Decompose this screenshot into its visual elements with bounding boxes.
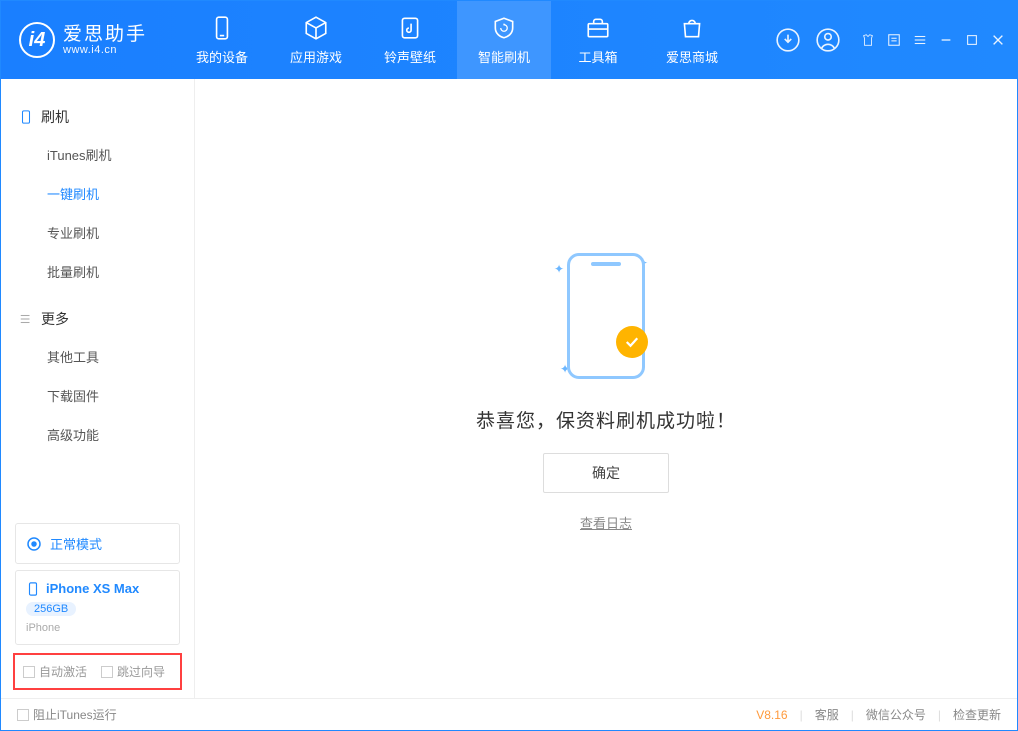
app-name: 爱思助手 [63, 25, 147, 44]
checkbox-block-itunes[interactable]: 阻止iTunes运行 [17, 706, 117, 723]
sidebar-item-itunes-flash[interactable]: iTunes刷机 [1, 135, 194, 174]
sidebar-item-advanced[interactable]: 高级功能 [1, 415, 194, 454]
check-badge-icon [616, 326, 648, 358]
cube-icon [303, 15, 329, 41]
mode-box[interactable]: 正常模式 [15, 523, 180, 564]
sidebar-item-download-firmware[interactable]: 下载固件 [1, 376, 194, 415]
logo-icon: i4 [19, 22, 55, 58]
check-update-link[interactable]: 检查更新 [953, 706, 1001, 723]
download-icon[interactable] [775, 27, 801, 53]
ok-button[interactable]: 确定 [543, 453, 669, 493]
sidebar-item-batch-flash[interactable]: 批量刷机 [1, 252, 194, 291]
tab-ringtone[interactable]: 铃声壁纸 [363, 1, 457, 79]
header-right [775, 27, 1005, 53]
tab-toolbox[interactable]: 工具箱 [551, 1, 645, 79]
toolbox-icon [585, 15, 611, 41]
wechat-link[interactable]: 微信公众号 [866, 706, 926, 723]
sidebar-section-more: 更多 [1, 301, 194, 337]
support-link[interactable]: 客服 [815, 706, 839, 723]
app-url: www.i4.cn [63, 44, 147, 56]
sparkle-icon: ✦ [554, 262, 564, 276]
device-phone-icon [26, 582, 40, 596]
app-logo: i4 爱思助手 www.i4.cn [19, 22, 147, 58]
window-controls [861, 33, 1005, 47]
tab-my-device[interactable]: 我的设备 [175, 1, 269, 79]
sidebar-item-other-tools[interactable]: 其他工具 [1, 337, 194, 376]
nav-tabs: 我的设备 应用游戏 铃声壁纸 智能刷机 工具箱 爱思商城 [175, 1, 739, 79]
list-small-icon [19, 312, 33, 326]
app-header: i4 爱思助手 www.i4.cn 我的设备 应用游戏 铃声壁纸 智能刷机 工具… [1, 1, 1017, 79]
minimize-icon[interactable] [939, 33, 953, 47]
music-file-icon [397, 15, 423, 41]
user-icon[interactable] [815, 27, 841, 53]
refresh-shield-icon [491, 15, 517, 41]
shirt-icon[interactable] [861, 33, 875, 47]
success-message: 恭喜您，保资料刷机成功啦！ [476, 406, 736, 433]
list-icon[interactable] [887, 33, 901, 47]
tab-apps[interactable]: 应用游戏 [269, 1, 363, 79]
tab-smart-flash[interactable]: 智能刷机 [457, 1, 551, 79]
checkbox-skip-guide[interactable]: 跳过向导 [101, 663, 165, 680]
phone-icon [209, 15, 235, 41]
view-log-link[interactable]: 查看日志 [580, 513, 632, 532]
footer: 阻止iTunes运行 V8.16 | 客服 | 微信公众号 | 检查更新 [1, 698, 1017, 730]
bag-icon [679, 15, 705, 41]
options-row: 自动激活 跳过向导 [13, 653, 182, 690]
main-content: ✦ ✦ ✦ 恭喜您，保资料刷机成功啦！ 确定 查看日志 [195, 79, 1017, 698]
sidebar-item-pro-flash[interactable]: 专业刷机 [1, 213, 194, 252]
device-box[interactable]: iPhone XS Max 256GB iPhone [15, 570, 180, 645]
checkbox-auto-activate[interactable]: 自动激活 [23, 663, 87, 680]
phone-outline-icon [19, 110, 33, 124]
tab-store[interactable]: 爱思商城 [645, 1, 739, 79]
maximize-icon[interactable] [965, 33, 979, 47]
sidebar: 刷机 iTunes刷机 一键刷机 专业刷机 批量刷机 更多 其他工具 下载固件 … [1, 79, 195, 698]
sync-icon [26, 536, 42, 552]
close-icon[interactable] [991, 33, 1005, 47]
phone-outline-icon [567, 253, 645, 379]
version-label: V8.16 [756, 708, 787, 722]
sidebar-item-oneclick-flash[interactable]: 一键刷机 [1, 174, 194, 213]
device-capacity: 256GB [26, 602, 76, 616]
sidebar-section-flash: 刷机 [1, 99, 194, 135]
device-type: iPhone [26, 622, 169, 634]
success-illustration: ✦ ✦ ✦ [546, 246, 666, 386]
menu-icon[interactable] [913, 33, 927, 47]
